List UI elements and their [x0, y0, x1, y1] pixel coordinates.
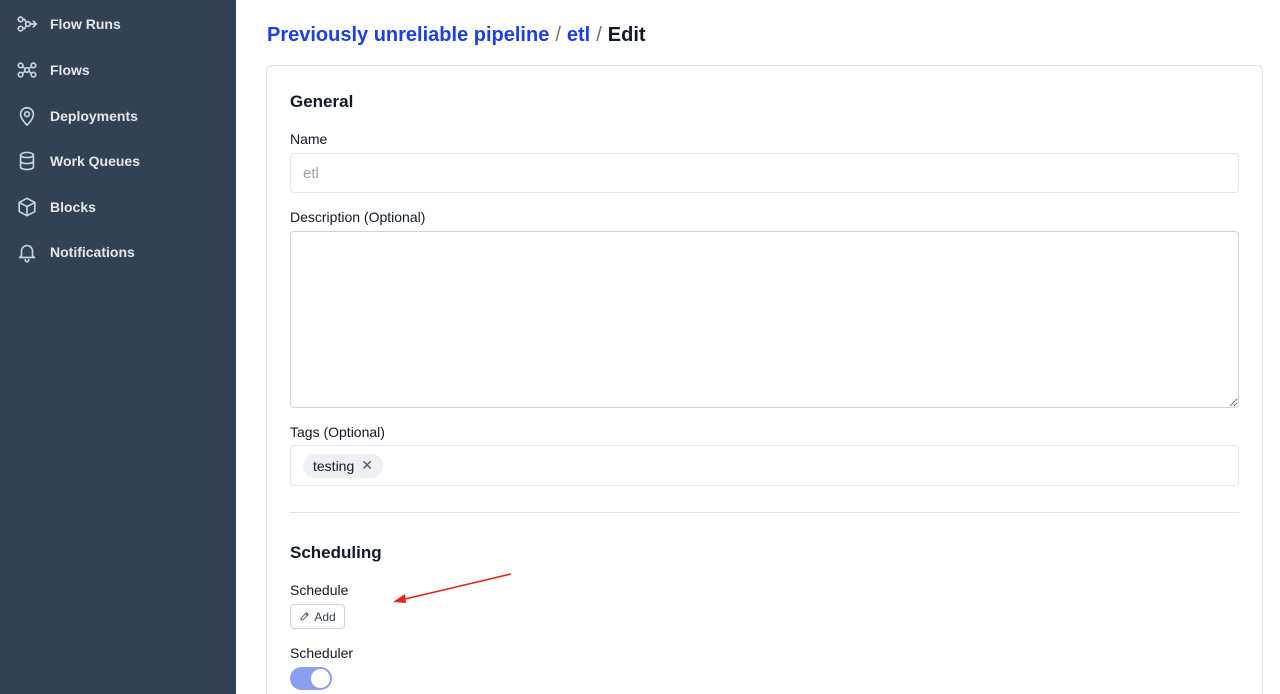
map-pin-icon	[16, 105, 38, 127]
name-label: Name	[290, 131, 328, 147]
sidebar-item-work-queues[interactable]: Work Queues	[16, 146, 140, 176]
cube-icon	[16, 196, 38, 218]
add-schedule-button[interactable]: Add	[290, 604, 345, 629]
sidebar-item-flows[interactable]: Flows	[16, 55, 90, 85]
description-label: Description (Optional)	[290, 209, 426, 225]
sidebar-item-label: Flows	[50, 62, 90, 78]
sidebar-item-deployments[interactable]: Deployments	[16, 101, 138, 131]
sidebar-item-label: Blocks	[50, 199, 96, 215]
pencil-icon	[300, 612, 310, 621]
sidebar-item-label: Deployments	[50, 108, 138, 124]
sidebar-item-flow-runs[interactable]: Flow Runs	[16, 9, 121, 39]
breadcrumb-deployment-link[interactable]: etl	[567, 24, 590, 46]
scheduler-label: Scheduler	[290, 645, 354, 661]
breadcrumb-current: Edit	[607, 24, 646, 46]
breadcrumb-separator: /	[596, 24, 602, 46]
tag-chip-label: testing	[313, 457, 355, 474]
database-icon	[16, 150, 38, 172]
breadcrumb-separator: /	[555, 24, 561, 46]
sidebar-item-label: Work Queues	[50, 153, 140, 169]
flows-icon	[16, 59, 38, 81]
sidebar-item-label: Flow Runs	[50, 16, 121, 32]
toggle-knob	[311, 669, 330, 688]
add-schedule-label: Add	[314, 609, 336, 624]
bell-icon	[16, 241, 38, 263]
breadcrumb-flow-link[interactable]: Previously unreliable pipeline	[267, 24, 549, 46]
description-input[interactable]	[290, 231, 1239, 408]
tags-label: Tags (Optional)	[290, 424, 385, 440]
sidebar: Flow Runs Flows Deployments Work Queues …	[0, 0, 236, 694]
scheduler-toggle[interactable]	[290, 667, 332, 690]
close-icon[interactable]: ✕	[361, 457, 373, 474]
general-section-title: General	[290, 92, 354, 111]
sidebar-item-label: Notifications	[50, 244, 135, 260]
section-divider	[290, 512, 1239, 513]
sidebar-item-blocks[interactable]: Blocks	[16, 192, 96, 222]
name-input[interactable]	[290, 153, 1239, 193]
tags-input[interactable]: testing ✕	[290, 445, 1239, 486]
annotation-arrow	[393, 573, 512, 603]
tag-chip: testing ✕	[303, 453, 383, 478]
breadcrumb: Previously unreliable pipeline / etl / Edit	[267, 24, 646, 47]
schedule-label: Schedule	[290, 582, 349, 598]
sidebar-item-notifications[interactable]: Notifications	[16, 237, 135, 267]
flow-runs-icon	[16, 13, 38, 35]
scheduling-section-title: Scheduling	[290, 543, 382, 562]
